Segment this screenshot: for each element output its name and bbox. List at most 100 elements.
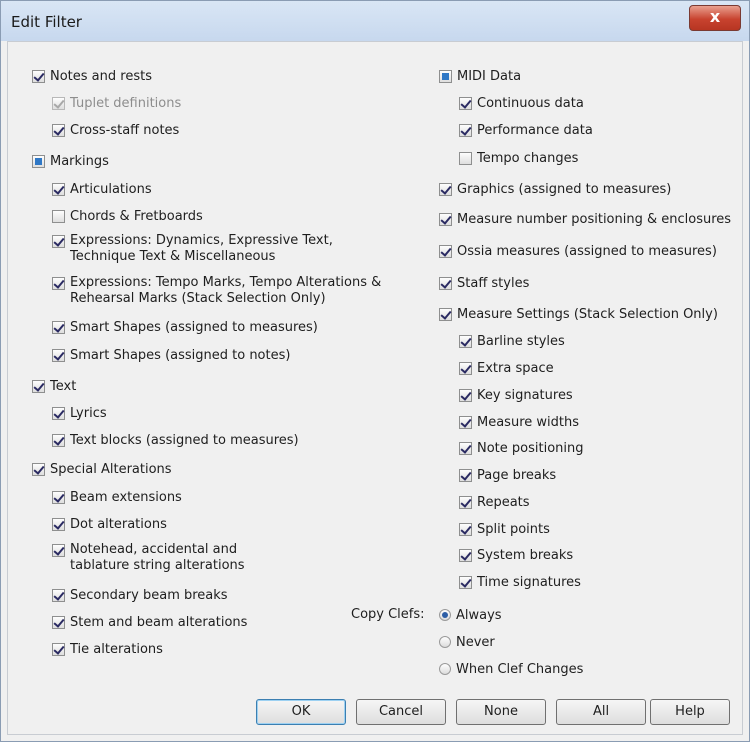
checkbox-continuous-data[interactable]: Continuous data xyxy=(459,93,584,113)
checkbox-tie-alterations[interactable]: Tie alterations xyxy=(52,639,163,659)
checkbox-box xyxy=(52,433,65,447)
checkbox-expressions-tempo[interactable]: Expressions: Tempo Marks, Tempo Alterati… xyxy=(52,275,381,307)
checkbox-label: Cross-staff notes xyxy=(70,122,180,138)
checkbox-graphics[interactable]: Graphics (assigned to measures) xyxy=(439,179,671,199)
checkbox-text-blocks[interactable]: Text blocks (assigned to measures) xyxy=(52,430,299,450)
checkbox-box xyxy=(32,462,45,476)
checkbox-box xyxy=(52,642,65,656)
checkbox-smart-shapes-measures[interactable]: Smart Shapes (assigned to measures) xyxy=(52,317,318,337)
checkbox-text[interactable]: Text xyxy=(32,376,76,396)
checkbox-label: Dot alterations xyxy=(70,516,167,532)
checkbox-box xyxy=(459,334,472,348)
radio-never[interactable]: Never xyxy=(439,632,495,652)
checkbox-measure-number-positioning[interactable]: Measure number positioning & enclosures xyxy=(439,209,731,229)
checkbox-ossia-measures[interactable]: Ossia measures (assigned to measures) xyxy=(439,241,717,261)
all-button[interactable]: All xyxy=(556,699,646,725)
checkbox-measure-widths[interactable]: Measure widths xyxy=(459,412,579,432)
checkbox-secondary-beam-breaks[interactable]: Secondary beam breaks xyxy=(52,585,228,605)
checkbox-box xyxy=(459,575,472,589)
checkbox-smart-shapes-notes[interactable]: Smart Shapes (assigned to notes) xyxy=(52,345,290,365)
checkbox-box xyxy=(52,348,65,362)
checkbox-box xyxy=(52,615,65,629)
checkbox-label: Notehead, accidental and tablature string… xyxy=(70,542,245,574)
checkbox-label: Stem and beam alterations xyxy=(70,614,248,630)
checkbox-page-breaks[interactable]: Page breaks xyxy=(459,465,556,485)
checkbox-box xyxy=(439,212,452,226)
radio-when-clef-changes[interactable]: When Clef Changes xyxy=(439,659,583,679)
cancel-button[interactable]: Cancel xyxy=(356,699,446,725)
checkbox-chords-fretboards[interactable]: Chords & Fretboards xyxy=(52,206,203,226)
checkbox-note-positioning[interactable]: Note positioning xyxy=(459,438,584,458)
checkbox-label: Measure widths xyxy=(477,414,579,430)
radio-label: When Clef Changes xyxy=(456,661,584,677)
checkbox-box xyxy=(439,307,452,321)
checkbox-label: Lyrics xyxy=(70,405,107,421)
checkbox-label: Beam extensions xyxy=(70,489,182,505)
checkbox-measure-settings[interactable]: Measure Settings (Stack Selection Only) xyxy=(439,304,718,324)
title-bar: Edit Filter x xyxy=(1,1,749,41)
checkbox-time-signatures[interactable]: Time signatures xyxy=(459,572,581,592)
checkbox-articulations[interactable]: Articulations xyxy=(52,179,152,199)
checkbox-key-signatures[interactable]: Key signatures xyxy=(459,385,573,405)
checkbox-barline-styles[interactable]: Barline styles xyxy=(459,331,565,351)
checkbox-box xyxy=(52,123,65,137)
checkbox-cross-staff-notes[interactable]: Cross-staff notes xyxy=(52,120,179,140)
checkbox-box xyxy=(32,154,45,168)
radio-dot xyxy=(439,609,451,621)
checkbox-box xyxy=(459,441,472,455)
checkbox-box xyxy=(52,182,65,196)
checkbox-label: Expressions: Tempo Marks, Tempo Alterati… xyxy=(70,275,381,307)
checkbox-expressions-dynamics[interactable]: Expressions: Dynamics, Expressive Text, T… xyxy=(52,233,333,265)
checkbox-box xyxy=(439,276,452,290)
dialog-title: Edit Filter xyxy=(11,13,82,31)
checkbox-system-breaks[interactable]: System breaks xyxy=(459,545,573,565)
radio-label: Never xyxy=(456,634,495,650)
checkbox-notehead-alterations[interactable]: Notehead, accidental and tablature string… xyxy=(52,542,245,574)
checkbox-label: Barline styles xyxy=(477,333,565,349)
radio-always[interactable]: Always xyxy=(439,605,502,625)
label-line-2: Rehearsal Marks (Stack Selection Only) xyxy=(70,291,326,306)
checkbox-label: Tuplet definitions xyxy=(70,95,182,111)
checkbox-label: Notes and rests xyxy=(50,68,152,84)
checkbox-label: Staff styles xyxy=(457,275,530,291)
radio-label: Always xyxy=(456,607,502,623)
close-icon: x xyxy=(709,7,721,26)
checkbox-special-alterations[interactable]: Special Alterations xyxy=(32,459,172,479)
checkbox-tuplet-definitions: Tuplet definitions xyxy=(52,93,181,113)
checkbox-staff-styles[interactable]: Staff styles xyxy=(439,273,529,293)
checkbox-repeats[interactable]: Repeats xyxy=(459,492,530,512)
checkbox-box xyxy=(459,468,472,482)
checkbox-lyrics[interactable]: Lyrics xyxy=(52,403,107,423)
checkbox-markings[interactable]: Markings xyxy=(32,151,109,171)
checkbox-label: Tempo changes xyxy=(477,150,579,166)
checkbox-label: Page breaks xyxy=(477,467,557,483)
checkbox-box xyxy=(459,151,472,165)
checkbox-box xyxy=(459,123,472,137)
close-button[interactable]: x xyxy=(689,5,741,31)
checkbox-box xyxy=(52,209,65,223)
none-button[interactable]: None xyxy=(456,699,546,725)
checkbox-midi-data[interactable]: MIDI Data xyxy=(439,66,521,86)
checkbox-split-points[interactable]: Split points xyxy=(459,519,550,539)
checkbox-label: Chords & Fretboards xyxy=(70,208,203,224)
checkbox-box xyxy=(32,379,45,393)
ok-button[interactable]: OK xyxy=(256,699,346,725)
checkbox-label: Time signatures xyxy=(477,574,581,590)
checkbox-tempo-changes[interactable]: Tempo changes xyxy=(459,148,578,168)
checkbox-dot-alterations[interactable]: Dot alterations xyxy=(52,514,167,534)
help-button[interactable]: Help xyxy=(650,699,730,725)
checkbox-extra-space[interactable]: Extra space xyxy=(459,358,554,378)
checkbox-box xyxy=(52,490,65,504)
checkbox-label: Extra space xyxy=(477,360,554,376)
checkbox-label: Special Alterations xyxy=(50,461,172,477)
checkbox-label: Measure number positioning & enclosures xyxy=(457,211,732,227)
checkbox-performance-data[interactable]: Performance data xyxy=(459,120,593,140)
checkbox-stem-beam-alterations[interactable]: Stem and beam alterations xyxy=(52,612,247,632)
checkbox-label: Expressions: Dynamics, Expressive Text, T… xyxy=(70,233,333,265)
label-line-2: tablature string alterations xyxy=(70,558,245,573)
checkbox-notes-and-rests[interactable]: Notes and rests xyxy=(32,66,152,86)
radio-dot xyxy=(439,636,451,648)
checkbox-label: Continuous data xyxy=(477,95,584,111)
checkbox-box xyxy=(52,406,65,420)
checkbox-beam-extensions[interactable]: Beam extensions xyxy=(52,487,182,507)
